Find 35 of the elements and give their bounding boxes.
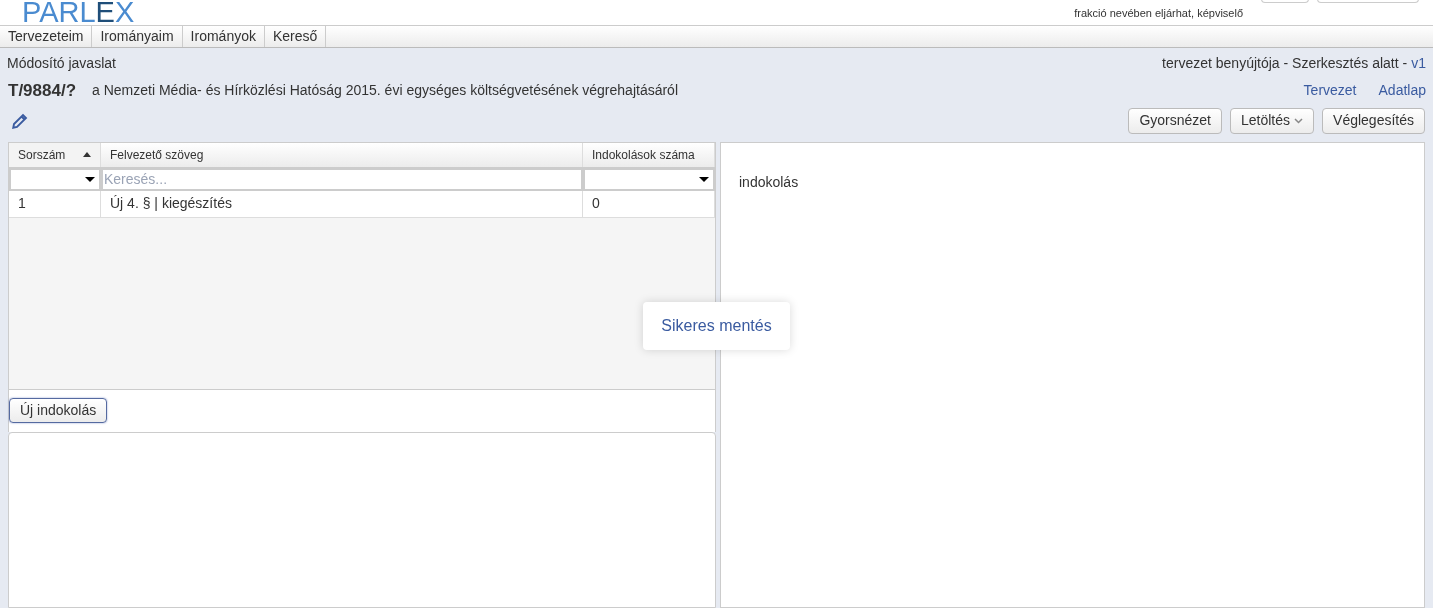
new-justification-button[interactable]: Új indokolás: [9, 398, 108, 423]
menu-item[interactable]: Kereső: [264, 26, 327, 47]
toast-notification: Sikeres mentés: [643, 302, 790, 350]
chevron-down-icon: [1294, 117, 1304, 124]
table-cell: Új 4. § | kiegészítés: [101, 190, 583, 217]
user-role: frakció nevében eljárhat, képviselő: [1074, 8, 1243, 19]
logo-letters: E: [95, 0, 115, 25]
nav-link[interactable]: Adatlap: [1378, 80, 1426, 102]
filter-dropdown[interactable]: [9, 167, 101, 191]
search-field[interactable]: Keresés...: [101, 167, 583, 191]
dropdown-arrow-icon: [699, 176, 709, 182]
table-cell: 1: [9, 190, 101, 217]
toolbar-button[interactable]: Gyorsnézet: [1128, 107, 1222, 134]
document-type: Módosító javaslat: [7, 54, 116, 73]
table-cell: 0: [583, 190, 715, 217]
toolbar-button[interactable]: Letöltés: [1230, 107, 1315, 134]
document-title: a Nemzeti Média- és Hírközlési Hatóság 2015. évi egységes költségvetésének végrehajtásáról: [92, 81, 679, 101]
sort-ascending-icon: [83, 152, 91, 157]
column-header[interactable]: Indokolások száma: [583, 142, 715, 167]
document-number: T/9884/?: [8, 80, 77, 102]
column-header[interactable]: Felvezető szöveg: [101, 142, 583, 167]
menu-item[interactable]: Irományok: [182, 26, 265, 47]
version-link[interactable]: v1: [1411, 53, 1426, 74]
document-status: tervezet benyújtója - Szerkesztés alatt -: [1162, 54, 1408, 73]
toolbar-button[interactable]: Véglegesítés: [1322, 107, 1425, 134]
dropdown-arrow-icon: [85, 176, 95, 182]
logo-letters: X: [114, 0, 135, 25]
column-header[interactable]: Sorszám: [9, 142, 101, 167]
preview-text: indokolás: [739, 173, 799, 190]
nav-link[interactable]: Tervezet: [1303, 80, 1357, 102]
filter-dropdown[interactable]: [583, 167, 715, 191]
logo-letters: PARL: [22, 0, 96, 25]
edit-pencil-icon[interactable]: [11, 111, 29, 130]
menu-item[interactable]: Irományaim: [92, 26, 183, 47]
menu-item[interactable]: Tervezeteim: [0, 26, 93, 47]
